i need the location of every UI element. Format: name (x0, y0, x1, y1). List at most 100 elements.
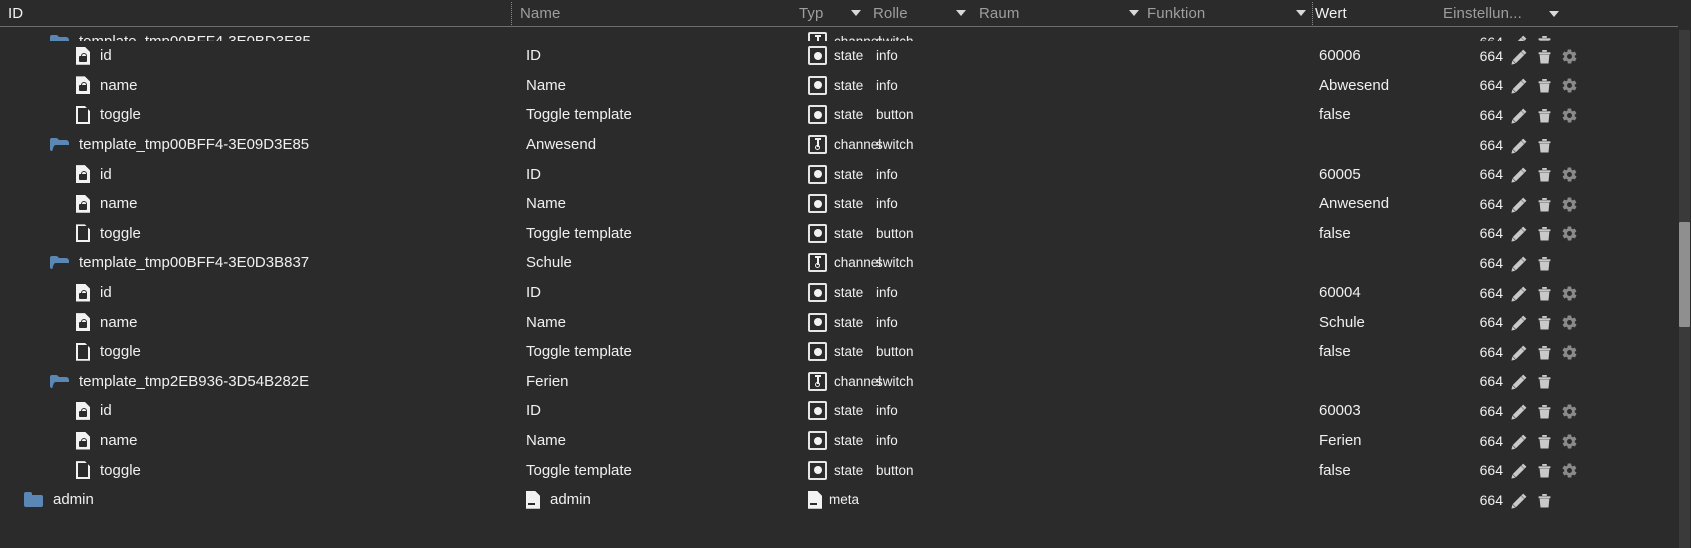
cell-name[interactable]: Schule (512, 248, 800, 278)
cell-name[interactable]: Toggle template (512, 337, 800, 367)
edit-button[interactable] (1508, 31, 1531, 41)
edit-button[interactable] (1508, 45, 1531, 67)
cell-acl[interactable]: 664 (1441, 100, 1503, 130)
cell-raum[interactable] (975, 485, 1143, 515)
row-action-group[interactable] (1508, 163, 1583, 185)
cell-name[interactable] (512, 27, 800, 41)
filter-rolle[interactable]: Rolle (869, 0, 970, 27)
row-action-group[interactable] (1508, 400, 1583, 422)
row-action-group[interactable] (1508, 311, 1583, 333)
table-row[interactable]: template_tmp2EB936-3D54B282E Ferien channe… (0, 367, 1678, 397)
edit-button[interactable] (1508, 341, 1531, 363)
table-row[interactable]: toggle Toggle template state button false 664 (0, 337, 1678, 367)
cell-funktion[interactable] (1143, 130, 1311, 160)
edit-button[interactable] (1508, 193, 1531, 215)
row-action-group[interactable] (1508, 45, 1583, 67)
table-row[interactable]: toggle Toggle template state button false 664 (0, 455, 1678, 485)
settings-button[interactable] (1558, 311, 1581, 333)
row-action-group[interactable] (1508, 104, 1583, 126)
cell-typ[interactable]: state (800, 307, 872, 337)
cell-id[interactable]: toggle (0, 219, 512, 249)
table-row[interactable]: id ID state info 60005 664 (0, 159, 1678, 189)
cell-name[interactable]: ID (512, 278, 800, 308)
delete-button[interactable] (1533, 282, 1556, 304)
settings-button[interactable] (1558, 222, 1581, 244)
cell-typ[interactable]: channel (800, 248, 881, 278)
settings-button[interactable] (1558, 430, 1581, 452)
cell-raum[interactable] (975, 278, 1143, 308)
table-row[interactable]: template_tmp00BFF4-3E0D3B837 Schule channe… (0, 248, 1678, 278)
edit-button[interactable] (1508, 134, 1531, 156)
cell-id[interactable]: toggle (0, 337, 512, 367)
cell-rolle[interactable]: info (872, 41, 972, 71)
table-row[interactable]: name Name state info Anwesend 664 (0, 189, 1678, 219)
delete-button[interactable] (1533, 341, 1556, 363)
cell-wert[interactable] (1311, 367, 1441, 397)
cell-raum[interactable] (975, 159, 1143, 189)
cell-funktion[interactable] (1143, 278, 1311, 308)
cell-acl[interactable]: 664 (1441, 159, 1503, 189)
cell-acl[interactable]: 664 (1441, 455, 1503, 485)
table-row[interactable]: name Name state info Ferien 664 (0, 426, 1678, 456)
edit-button[interactable] (1508, 400, 1531, 422)
table-body[interactable]: template_tmp00BFF4-3E0BD3E85channelswitc… (0, 27, 1678, 548)
cell-name[interactable]: Name (512, 189, 800, 219)
cell-raum[interactable] (975, 455, 1143, 485)
delete-button[interactable] (1533, 163, 1556, 185)
cell-funktion[interactable] (1143, 455, 1311, 485)
cell-typ[interactable]: state (800, 100, 872, 130)
cell-funktion[interactable] (1143, 41, 1311, 71)
delete-button[interactable] (1533, 430, 1556, 452)
cell-actions[interactable] (1496, 455, 1678, 485)
row-action-group[interactable] (1508, 193, 1583, 215)
row-action-group[interactable] (1508, 282, 1583, 304)
cell-rolle[interactable]: switch (872, 248, 972, 278)
cell-rolle[interactable]: button (872, 219, 972, 249)
cell-id[interactable]: name (0, 189, 512, 219)
cell-typ[interactable]: meta (800, 485, 872, 515)
cell-actions[interactable] (1496, 426, 1678, 456)
scrollbar-track-upper[interactable] (1679, 30, 1690, 222)
cell-rolle[interactable]: info (872, 278, 972, 308)
cell-id[interactable]: id (0, 396, 512, 426)
cell-typ[interactable]: state (800, 455, 872, 485)
cell-id[interactable]: template_tmp2EB936-3D54B282E (0, 367, 512, 397)
settings-button[interactable] (1558, 104, 1581, 126)
cell-rolle[interactable]: switch (872, 130, 972, 160)
delete-button[interactable] (1533, 311, 1556, 333)
cell-funktion[interactable] (1143, 27, 1311, 41)
table-row[interactable]: template_tmp00BFF4-3E09D3E85 Anwesend chan… (0, 130, 1678, 160)
edit-button[interactable] (1508, 489, 1531, 511)
filter-funktion[interactable]: Funktion (1143, 0, 1310, 27)
cell-id[interactable]: name (0, 426, 512, 456)
edit-button[interactable] (1508, 252, 1531, 274)
cell-funktion[interactable] (1143, 248, 1311, 278)
cell-acl[interactable]: 664 (1441, 41, 1503, 71)
cell-wert[interactable]: Schule (1311, 307, 1441, 337)
row-action-group[interactable] (1508, 489, 1558, 511)
cell-wert[interactable]: Anwesend (1311, 189, 1441, 219)
delete-button[interactable] (1533, 74, 1556, 96)
settings-button[interactable] (1558, 400, 1581, 422)
scrollbar-thumb[interactable] (1679, 222, 1690, 327)
delete-button[interactable] (1533, 370, 1556, 392)
cell-actions[interactable] (1496, 367, 1678, 397)
table-row[interactable]: name Name state info Abwesend 664 (0, 71, 1678, 101)
cell-wert[interactable]: 60003 (1311, 396, 1441, 426)
edit-button[interactable] (1508, 370, 1531, 392)
cell-actions[interactable] (1496, 396, 1678, 426)
settings-button[interactable] (1558, 193, 1581, 215)
cell-wert[interactable] (1311, 130, 1441, 160)
row-action-group[interactable] (1508, 430, 1583, 452)
cell-rolle[interactable]: switch (872, 27, 972, 41)
cell-typ[interactable]: state (800, 278, 872, 308)
cell-funktion[interactable] (1143, 100, 1311, 130)
cell-rolle[interactable]: button (872, 455, 972, 485)
cell-actions[interactable] (1496, 41, 1678, 71)
filter-name[interactable]: Name (516, 0, 788, 27)
cell-acl[interactable]: 664 (1441, 189, 1503, 219)
delete-button[interactable] (1533, 489, 1556, 511)
cell-typ[interactable]: state (800, 41, 872, 71)
row-action-group[interactable] (1508, 74, 1583, 96)
cell-name[interactable]: Name (512, 426, 800, 456)
